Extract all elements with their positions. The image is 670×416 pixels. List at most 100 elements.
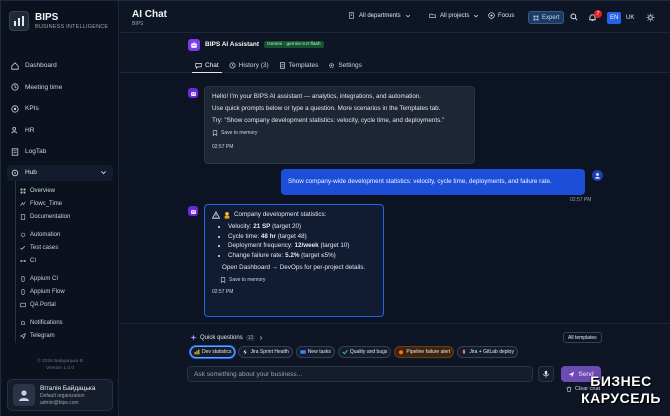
chevron-down-icon	[405, 14, 410, 17]
tab-history[interactable]: History (3)	[224, 58, 274, 72]
chip-dev-statistics[interactable]: Dev statistics	[190, 346, 236, 358]
sidebar-item-hub[interactable]: Hub	[7, 164, 113, 181]
hub-submenu: Overview Flowc_Time Documentation Automa…	[15, 180, 113, 343]
expert-label: Expert	[542, 14, 560, 21]
stat-value: 12/week	[294, 242, 319, 249]
save-label: Save to memory	[229, 276, 266, 283]
chip-label: Dev statistics	[202, 349, 232, 355]
chip-pipeline-failure-alert[interactable]: Pipeline failure alert	[394, 346, 455, 358]
sidebar-item-flowc-time[interactable]: Flowc_Time	[18, 198, 113, 211]
clock-icon	[11, 83, 19, 91]
lang-uk-button[interactable]: UK	[623, 12, 637, 24]
sidebar-item-automation[interactable]: Automation	[18, 229, 113, 242]
sparkle-icon	[190, 334, 197, 341]
message-input[interactable]: Ask something about your business...	[187, 366, 533, 382]
sidebar-item-logtab[interactable]: LogTab	[7, 141, 113, 163]
message-timestamp: 02:57 PM	[570, 197, 592, 203]
stat-target: (target 20)	[272, 223, 302, 230]
chevron-down-icon	[101, 170, 106, 174]
focus-button[interactable]: Focus	[488, 12, 514, 19]
sidebar-item-telegram[interactable]: Telegram	[18, 330, 113, 343]
chip-jira-sprint-health[interactable]: Jira Sprint Health	[238, 346, 293, 358]
stat-velocity: Velocity: 21 SP (target 20)	[228, 223, 376, 231]
departments-select[interactable]: All departments	[348, 12, 411, 19]
chip-jira-gitlab-deploy[interactable]: Jira + GitLab deploy	[457, 346, 518, 358]
sidebar-item-kpis[interactable]: KPIs	[7, 98, 113, 120]
avatar	[13, 384, 35, 406]
person-emoji-icon	[224, 211, 230, 219]
lang-en-button[interactable]: EN	[607, 12, 622, 24]
sidebar-item-label: Test cases	[30, 245, 59, 251]
user-avatar-icon	[19, 390, 29, 401]
sidebar-item-label: Meeting time	[25, 83, 63, 91]
all-templates-button[interactable]: All templates	[563, 332, 602, 343]
sidebar-item-label: Hub	[25, 169, 37, 176]
assistant-header: BIPS AI Assistant Gemini · gemini-3.0-fl…	[120, 33, 670, 73]
sidebar-item-appium-flow[interactable]: Appium Flow	[18, 286, 113, 299]
send-icon	[20, 333, 26, 339]
sidebar-item-documentation[interactable]: Documentation	[18, 211, 113, 224]
message-list[interactable]: Hello! I'm your BIPS AI assistant — anal…	[120, 73, 670, 323]
sidebar-item-ci[interactable]: CI	[18, 255, 113, 268]
projects-value: All projects	[440, 12, 470, 19]
chat-tabs: Chat History (3) Templates Settings	[190, 58, 367, 73]
tab-settings[interactable]: Settings	[323, 58, 367, 72]
sidebar-item-dashboard[interactable]: Dashboard	[7, 55, 113, 77]
chip-label: Jira Sprint Health	[250, 349, 289, 355]
search-button[interactable]	[569, 12, 579, 22]
chart-icon	[194, 349, 200, 355]
tab-chat[interactable]: Chat	[190, 58, 224, 73]
save-to-memory-button[interactable]: Save to memory	[212, 276, 376, 284]
sidebar-item-test-cases[interactable]: Test cases	[18, 242, 113, 255]
user-card[interactable]: Віталія Байдацька Default organization a…	[7, 379, 113, 411]
grid-icon	[533, 15, 539, 20]
focus-icon	[488, 12, 495, 19]
sidebar-item-overview[interactable]: Overview	[18, 185, 113, 198]
stats-list: Velocity: 21 SP (target 20) Cycle time: …	[212, 223, 376, 260]
sidebar-item-label: Automation	[30, 232, 61, 238]
sidebar-item-meeting-time[interactable]: Meeting time	[7, 77, 113, 99]
bookmark-icon	[220, 276, 226, 283]
sidebar-item-qa-portal[interactable]: QA Portal	[18, 299, 113, 312]
voice-input-button[interactable]	[538, 366, 554, 382]
chip-new-tasks[interactable]: New tasks	[295, 346, 335, 358]
watermark-line2: КАРУСЕЛЬ	[581, 390, 661, 406]
chat-panel: BIPS AI Assistant Gemini · gemini-3.0-fl…	[120, 33, 670, 416]
sidebar-item-label: Documentation	[30, 214, 71, 220]
chip-quality-and-bugs[interactable]: Quality and bugs	[337, 346, 392, 358]
brand-name: BIPS	[35, 12, 59, 23]
sidebar-item-hr[interactable]: HR	[7, 120, 113, 142]
theme-toggle[interactable]	[645, 12, 655, 22]
sun-icon	[645, 12, 655, 22]
user-email: admin@bips.com	[40, 399, 79, 406]
chat-icon	[195, 62, 202, 69]
target-icon	[11, 105, 19, 113]
new-badge-icon	[300, 350, 306, 354]
sidebar-item-label: Flowc_Time	[30, 201, 63, 207]
stats-title: Company development statistics:	[234, 211, 327, 218]
sidebar-item-appium-ci[interactable]: Appium CI	[18, 273, 113, 286]
chip-label: Quality and bugs	[349, 349, 388, 355]
user-name: Віталія Байдацька	[40, 384, 96, 392]
search-icon	[570, 13, 578, 21]
chip-label: Pipeline failure alert	[406, 349, 451, 355]
stat-label: Change failure rate:	[228, 251, 284, 259]
app-window: BIPS BUSINESS INTELLIGENCE Dashboard Mee…	[0, 0, 670, 416]
quick-questions-toggle[interactable]: Quick questions 12	[190, 334, 264, 341]
checklist-icon	[20, 245, 26, 250]
history-icon	[229, 61, 236, 69]
sidebar-item-notifications[interactable]: Notifications	[18, 317, 113, 330]
stat-value: 48 hr	[260, 232, 276, 240]
flow-icon	[20, 201, 26, 206]
save-to-memory-button[interactable]: Save to memory	[212, 129, 467, 137]
projects-select[interactable]: All projects	[429, 12, 479, 19]
assistant-message: Hello! I'm your BIPS AI assistant — anal…	[204, 86, 475, 164]
brand[interactable]: BIPS BUSINESS INTELLIGENCE	[9, 11, 108, 31]
stat-change-failure-rate: Change failure rate: 5.2% (target ≤5%)	[228, 252, 376, 260]
stat-value: 21 SP	[253, 223, 271, 230]
document-icon	[20, 214, 26, 220]
departments-value: All departments	[359, 12, 401, 19]
tab-templates[interactable]: Templates	[274, 58, 324, 72]
bips-logo-icon	[9, 11, 29, 31]
expert-mode-button[interactable]: Expert	[528, 11, 565, 24]
